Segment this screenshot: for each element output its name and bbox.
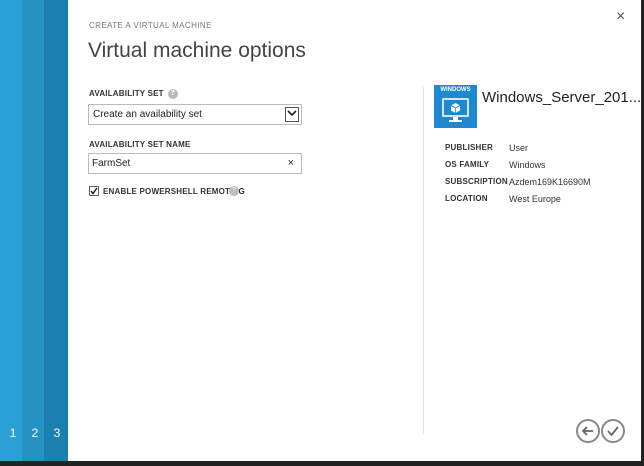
monitor-icon — [442, 98, 469, 122]
step-1[interactable]: 1 — [2, 426, 24, 440]
arrow-left-icon — [581, 426, 593, 436]
subscription-value: Azdem169K16690M — [509, 177, 591, 187]
help-icon[interactable]: ? — [229, 186, 239, 196]
panel-divider — [423, 87, 424, 434]
step-strip-1 — [0, 0, 22, 461]
os-family-key: OS FAMILY — [445, 160, 490, 169]
availability-set-label: AVAILABILITY SET? — [89, 89, 178, 99]
step-3[interactable]: 3 — [46, 426, 68, 440]
step-strip-2 — [22, 0, 44, 461]
powershell-remoting-label: ENABLE POWERSHELL REMOTING — [103, 187, 245, 196]
step-2[interactable]: 2 — [24, 426, 46, 440]
page-title: Virtual machine options — [88, 39, 306, 62]
availability-set-name-value: FarmSet — [92, 158, 131, 169]
availability-set-label-text: AVAILABILITY SET — [89, 89, 164, 99]
help-icon[interactable]: ? — [167, 89, 178, 99]
step-rail: 1 2 3 — [0, 0, 68, 461]
availability-set-name-label: AVAILABILITY SET NAME — [89, 140, 191, 149]
clear-icon[interactable]: × — [288, 154, 294, 173]
availability-set-name-input[interactable]: FarmSet × — [88, 153, 302, 174]
windows-image-tile: WINDOWS — [434, 85, 477, 128]
step-strip-3 — [44, 0, 68, 461]
availability-set-select[interactable]: Create an availability set — [88, 104, 302, 125]
location-key: LOCATION — [445, 194, 488, 203]
wizard-subtitle: CREATE A VIRTUAL MACHINE — [89, 21, 212, 30]
check-icon — [607, 426, 619, 437]
publisher-value: User — [509, 143, 529, 153]
os-family-value: Windows — [509, 160, 546, 170]
powershell-remoting-checkbox[interactable] — [89, 186, 99, 196]
location-value: West Europe — [509, 194, 561, 204]
chevron-down-icon[interactable] — [285, 107, 299, 122]
subscription-key: SUBSCRIPTION — [445, 177, 508, 186]
dialog-frame — [0, 0, 644, 466]
tile-label: WINDOWS — [440, 87, 471, 93]
complete-button[interactable] — [601, 419, 625, 443]
image-name: Windows_Server_201... — [482, 89, 642, 106]
back-button[interactable] — [576, 419, 600, 443]
publisher-key: PUBLISHER — [445, 143, 494, 152]
close-icon[interactable]: × — [616, 8, 625, 26]
availability-set-selected-value: Create an availability set — [93, 109, 202, 120]
